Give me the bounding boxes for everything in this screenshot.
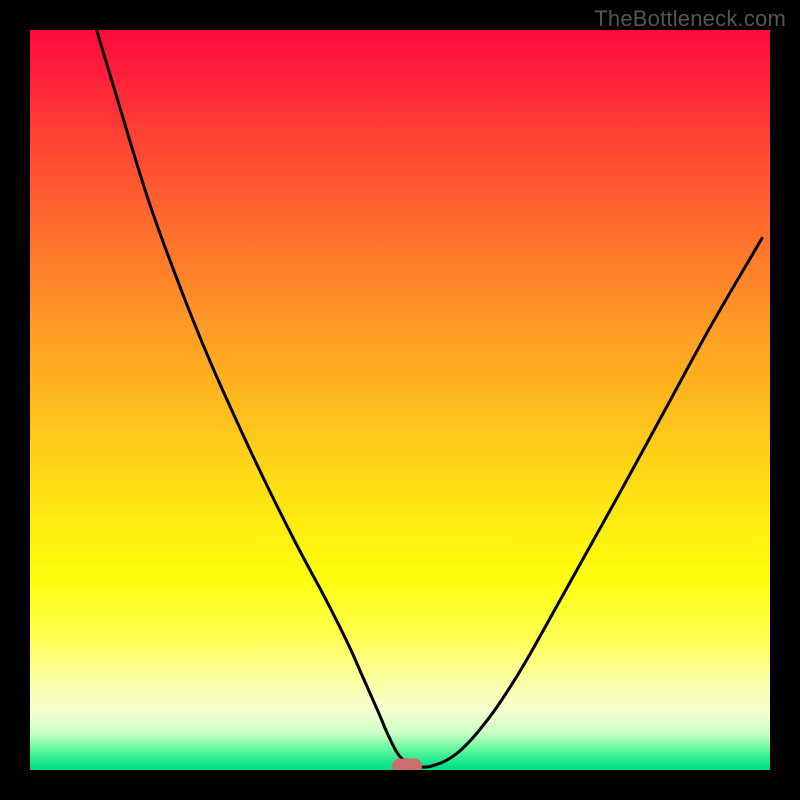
plot-area xyxy=(30,30,770,770)
bottleneck-curve xyxy=(30,30,770,770)
optimal-point-marker xyxy=(392,758,422,770)
chart-frame: TheBottleneck.com xyxy=(0,0,800,800)
watermark-text: TheBottleneck.com xyxy=(594,6,786,32)
